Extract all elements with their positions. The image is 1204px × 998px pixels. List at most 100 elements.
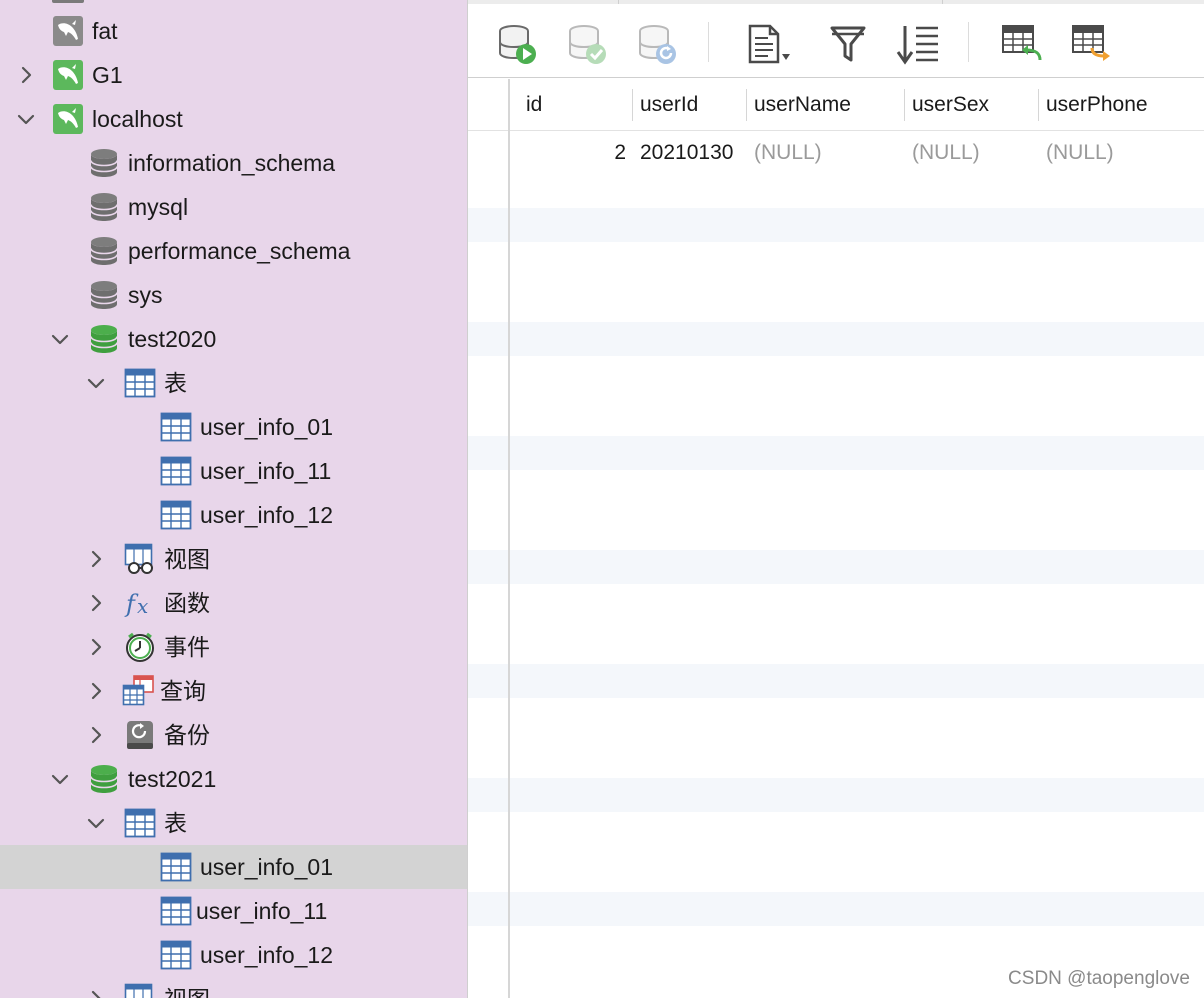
empty-row-stripe: [468, 892, 1204, 926]
tree-node-label: localhost: [92, 106, 183, 132]
tree-node[interactable]: user_info_12: [0, 493, 467, 537]
tree-node-label: user_info_12: [200, 502, 333, 528]
cell-id[interactable]: 2: [518, 131, 626, 175]
column-header-userid[interactable]: userId: [632, 79, 746, 131]
column-header-usersex[interactable]: userSex: [904, 79, 1038, 131]
navigation-sidebar: fat G1 localhost information_schemamysql per…: [0, 0, 467, 998]
chevron-down-icon[interactable]: [50, 769, 70, 789]
commit-button[interactable]: [566, 22, 610, 66]
database-gray-icon: [88, 147, 120, 179]
table-row[interactable]: 2 20210130 (NULL) (NULL) (NULL): [468, 131, 1204, 175]
tree-node[interactable]: fat: [0, 9, 467, 53]
row-gutter-divider: [508, 79, 510, 998]
tree-node[interactable]: user_info_01: [0, 405, 467, 449]
tree-node[interactable]: user_info_01: [0, 845, 467, 889]
tree-node[interactable]: 视图: [0, 537, 467, 581]
data-toolbar: [468, 0, 1204, 78]
tree-node[interactable]: user_info_12: [0, 933, 467, 977]
tab-divider: [618, 0, 619, 4]
cell-userphone[interactable]: (NULL): [1046, 131, 1201, 175]
db-refresh-icon: [639, 25, 676, 64]
db-check-icon: [569, 25, 606, 64]
chevron-right-icon[interactable]: [16, 65, 36, 85]
tree-node-label: user_info_11: [196, 898, 328, 924]
svg-text:x: x: [137, 594, 148, 618]
tree-node[interactable]: 表: [0, 361, 467, 405]
chevron-right-icon[interactable]: [86, 725, 106, 745]
tree-node[interactable]: test2020: [0, 317, 467, 361]
empty-row-stripe: [468, 436, 1204, 470]
rollback-button[interactable]: [636, 22, 680, 66]
database-gray-icon: [88, 279, 120, 311]
begin-transaction-button[interactable]: [496, 22, 540, 66]
column-resize-divider[interactable]: [632, 89, 633, 121]
scroll-remnant: [52, 0, 84, 3]
chevron-right-icon[interactable]: [86, 681, 106, 701]
filter-button[interactable]: [826, 22, 870, 66]
view-icon: [124, 983, 156, 998]
tree-node[interactable]: 视图: [0, 977, 467, 998]
chevron-right-icon[interactable]: [86, 637, 106, 657]
cell-username[interactable]: (NULL): [754, 131, 900, 175]
tree-node-label: 备份: [164, 722, 210, 748]
chevron-right-icon[interactable]: [86, 989, 106, 998]
tree-node-label: sys: [128, 282, 163, 308]
event-clock-icon: [124, 631, 156, 663]
tree-node[interactable]: user_info_11: [0, 889, 467, 933]
tree-node[interactable]: mysql: [0, 185, 467, 229]
watermark: CSDN @taopenglove: [1008, 968, 1190, 989]
column-resize-divider[interactable]: [1038, 89, 1039, 121]
chevron-right-icon[interactable]: [86, 549, 106, 569]
db-play-icon: [499, 25, 536, 64]
table-icon: [160, 499, 192, 531]
tree-node[interactable]: sys: [0, 273, 467, 317]
chevron-down-icon[interactable]: [50, 329, 70, 349]
cell-usersex[interactable]: (NULL): [912, 131, 1034, 175]
text-menu-button[interactable]: [746, 22, 790, 66]
database-gray-icon: [88, 235, 120, 267]
column-resize-divider[interactable]: [746, 89, 747, 121]
cell-userid[interactable]: 20210130: [640, 131, 742, 175]
tree-node[interactable]: 备份: [0, 713, 467, 757]
sort-button[interactable]: [896, 22, 940, 66]
tree-node[interactable]: 查询: [0, 669, 467, 713]
tree-node-label: information_schema: [128, 150, 336, 176]
toolbar-separator: [968, 22, 969, 62]
data-grid: id userId userName userSex userPhone 2 202101…: [468, 79, 1204, 998]
query-icon: [122, 675, 154, 707]
table-folder-icon: [124, 807, 156, 839]
table-icon: [160, 411, 192, 443]
chevron-down-icon[interactable]: [16, 109, 36, 129]
table-folder-icon: [124, 367, 156, 399]
chevron-down-icon[interactable]: [86, 813, 106, 833]
export-button[interactable]: [1070, 22, 1114, 66]
tree-node[interactable]: G1: [0, 53, 467, 97]
chevron-down-icon[interactable]: [86, 373, 106, 393]
tree-node[interactable]: user_info_11: [0, 449, 467, 493]
tree-node-label: G1: [92, 62, 123, 88]
tree-node-label: 表: [164, 370, 187, 396]
empty-row-stripe: [468, 778, 1204, 812]
table-export-icon: [1072, 25, 1110, 61]
empty-row-stripe: [468, 208, 1204, 242]
tree-node[interactable]: 事件: [0, 625, 467, 669]
tree-node[interactable]: test2021: [0, 757, 467, 801]
tree-node[interactable]: localhost: [0, 97, 467, 141]
column-header-id[interactable]: id: [518, 79, 632, 131]
table-data-panel: id userId userName userSex userPhone 2 202101…: [467, 0, 1204, 998]
mysql-connection-icon: [52, 103, 84, 135]
database-green-icon: [88, 323, 120, 355]
column-resize-divider[interactable]: [904, 89, 905, 121]
tree-node-label: user_info_12: [200, 942, 333, 968]
tree-node-label: test2021: [128, 766, 217, 792]
tree-node[interactable]: performance_schema: [0, 229, 467, 273]
column-header-userphone[interactable]: userPhone: [1038, 79, 1204, 131]
column-header-username[interactable]: userName: [746, 79, 904, 131]
chevron-right-icon[interactable]: [86, 593, 106, 613]
tree-node[interactable]: information_schema: [0, 141, 467, 185]
backup-icon: [124, 719, 156, 751]
import-button[interactable]: [1000, 22, 1044, 66]
tree-node[interactable]: 表: [0, 801, 467, 845]
table-icon: [160, 939, 192, 971]
tree-node[interactable]: f x 函数: [0, 581, 467, 625]
